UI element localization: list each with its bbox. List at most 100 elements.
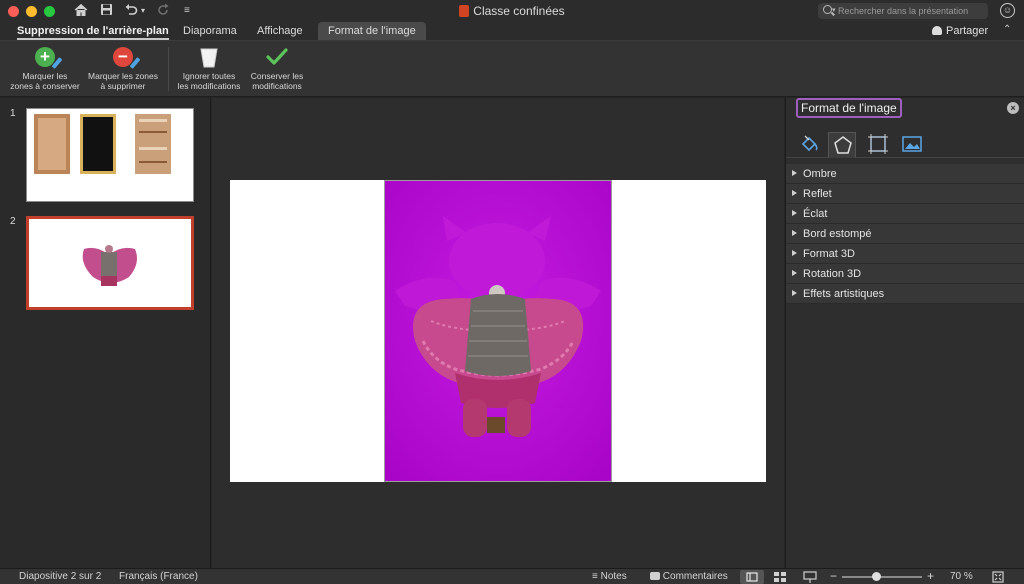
notes-icon: ≡: [592, 571, 598, 582]
slideshow-view-icon[interactable]: [802, 570, 818, 584]
add-person-icon: [932, 26, 942, 35]
fill-icon[interactable]: [796, 132, 824, 158]
section-artistic-effects[interactable]: Effets artistiques: [786, 284, 1024, 304]
slide-sorter-view-icon[interactable]: [773, 570, 787, 584]
mark-keep-label-1: Marquer les: [22, 71, 68, 81]
expand-triangle-icon: [792, 270, 797, 276]
pane-title[interactable]: Format de l'image: [796, 98, 902, 118]
redo-icon[interactable]: [156, 3, 170, 19]
size-properties-icon[interactable]: [864, 132, 892, 158]
home-icon[interactable]: [74, 3, 88, 19]
plus-pencil-icon: +: [33, 45, 63, 69]
ribbon-tabs: Suppression de l'arrière-plan Diaporama …: [0, 22, 1024, 40]
keep-changes-button[interactable]: Conserver les modifications: [244, 45, 310, 91]
slide-number-2: 2: [10, 216, 16, 227]
expand-triangle-icon: [792, 190, 797, 196]
tab-slideshow[interactable]: Diaporama: [183, 22, 237, 40]
section-label: Effets artistiques: [803, 288, 885, 300]
collapse-ribbon-icon[interactable]: ⌃: [1003, 24, 1011, 35]
crochet-doll-image[interactable]: [384, 180, 612, 482]
zoom-slider-knob[interactable]: [872, 572, 882, 581]
section-shadow[interactable]: Ombre: [786, 164, 1024, 184]
zoom-slider[interactable]: [842, 572, 922, 581]
minimize-window-button[interactable]: [26, 6, 37, 17]
fit-to-window-icon[interactable]: [991, 570, 1005, 584]
notes-button[interactable]: ≡ Notes: [592, 569, 627, 584]
status-bar: Diapositive 2 sur 2 Français (France) ≡ …: [0, 568, 1024, 584]
customize-toolbar-icon[interactable]: ≡: [184, 3, 190, 19]
format-pane-tabs: [786, 130, 1024, 158]
share-label: Partager: [946, 25, 989, 37]
keep-changes-label-1: Conserver les: [250, 71, 304, 81]
current-slide[interactable]: [230, 180, 766, 482]
zoom-level[interactable]: 70 %: [950, 569, 973, 584]
save-icon[interactable]: [100, 3, 113, 19]
keep-changes-label-2: modifications: [252, 81, 302, 91]
slide-counter: Diapositive 2 sur 2: [19, 571, 102, 582]
discard-bin-icon: [197, 45, 221, 69]
discard-label-1: Ignorer toutes: [182, 71, 236, 81]
shape-effects-icon[interactable]: [828, 132, 856, 158]
minus-pencil-icon: −: [111, 45, 141, 69]
discard-all-changes-button[interactable]: Ignorer toutes les modifications: [172, 45, 246, 91]
expand-triangle-icon: [792, 290, 797, 296]
slide-1-preview: [34, 114, 171, 174]
tab-view[interactable]: Affichage: [257, 22, 303, 40]
share-button[interactable]: Partager: [932, 23, 988, 39]
search-dropdown-icon: ▾: [832, 7, 836, 14]
undo-dropdown-icon[interactable]: ▾: [141, 3, 145, 19]
undo-icon[interactable]: [124, 3, 138, 19]
close-pane-icon[interactable]: ×: [1007, 102, 1019, 114]
section-3d-rotation[interactable]: Rotation 3D: [786, 264, 1024, 284]
zoom-window-button[interactable]: [44, 6, 55, 17]
expand-triangle-icon: [792, 210, 797, 216]
picture-icon[interactable]: [898, 132, 926, 158]
search-placeholder: Rechercher dans la présentation: [838, 6, 969, 16]
slide-editor[interactable]: [212, 98, 784, 568]
feedback-smiley-icon[interactable]: ☺: [1000, 3, 1015, 18]
format-picture-pane: Format de l'image × Ombre Reflet Éclat B…: [785, 98, 1024, 568]
slide-2-preview: [82, 245, 137, 286]
powerpoint-file-icon: [459, 5, 470, 17]
crochet-doll-illustration: [385, 181, 611, 481]
mark-areas-to-keep-button[interactable]: + Marquer les zones à conserver: [6, 45, 84, 91]
close-window-button[interactable]: [8, 6, 19, 17]
tab-background-removal[interactable]: Suppression de l'arrière-plan: [17, 22, 169, 40]
section-label: Ombre: [803, 168, 837, 180]
mark-keep-label-2: zones à conserver: [10, 81, 80, 91]
section-glow[interactable]: Éclat: [786, 204, 1024, 224]
notes-label: Notes: [600, 571, 627, 582]
slide-thumbnail-2[interactable]: [26, 216, 194, 310]
section-label: Reflet: [803, 188, 832, 200]
expand-triangle-icon: [792, 170, 797, 176]
title-bar: ▾ ≡ Classe confinées ▾ Rechercher dans l…: [0, 0, 1024, 22]
discard-label-2: les modifications: [177, 81, 241, 91]
comments-button[interactable]: Commentaires: [650, 569, 728, 584]
search-input[interactable]: ▾ Rechercher dans la présentation: [818, 3, 988, 19]
slide-thumbnail-1[interactable]: [26, 108, 194, 202]
normal-view-icon[interactable]: [740, 570, 764, 584]
section-label: Bord estompé: [803, 228, 872, 240]
section-3d-format[interactable]: Format 3D: [786, 244, 1024, 264]
slide-number-1: 1: [10, 108, 16, 119]
comment-icon: [650, 572, 660, 580]
mark-remove-label-1: Marquer les zones: [88, 71, 158, 81]
zoom-in-button[interactable]: +: [927, 569, 934, 584]
section-reflection[interactable]: Reflet: [786, 184, 1024, 204]
section-soft-edges[interactable]: Bord estompé: [786, 224, 1024, 244]
mark-remove-label-2: à supprimer: [100, 81, 146, 91]
slide-thumbnails-panel[interactable]: 1 2: [0, 98, 211, 568]
language-indicator[interactable]: Français (France): [119, 569, 198, 584]
tab-picture-format[interactable]: Format de l'image: [318, 22, 426, 40]
section-label: Rotation 3D: [803, 268, 862, 280]
comments-label: Commentaires: [662, 571, 728, 582]
section-label: Format 3D: [803, 248, 855, 260]
ribbon-divider: [168, 47, 169, 91]
search-icon: [823, 5, 832, 14]
section-label: Éclat: [803, 208, 828, 220]
zoom-out-button[interactable]: −: [830, 569, 837, 584]
document-title: Classe confinées: [473, 4, 565, 18]
mark-areas-to-remove-button[interactable]: − Marquer les zones à supprimer: [84, 45, 162, 91]
effects-sections: Ombre Reflet Éclat Bord estompé Format 3…: [786, 164, 1024, 304]
ribbon: + Marquer les zones à conserver − Marque…: [0, 40, 1024, 97]
